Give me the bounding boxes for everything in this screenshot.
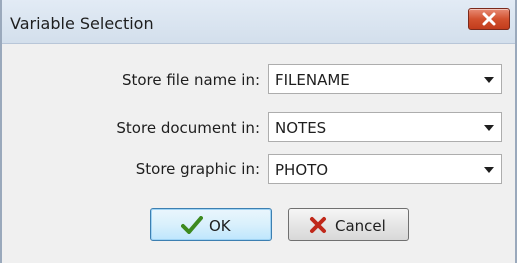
ok-label: OK bbox=[209, 217, 231, 235]
document-label: Store document in: bbox=[116, 119, 260, 137]
close-icon bbox=[482, 12, 496, 26]
graphic-value: PHOTO bbox=[275, 161, 329, 179]
checkmark-icon bbox=[181, 216, 203, 234]
close-button[interactable] bbox=[468, 8, 510, 30]
variable-selection-dialog: Variable Selection Store file name in: F… bbox=[0, 0, 517, 263]
x-icon bbox=[310, 217, 326, 233]
chevron-down-icon bbox=[484, 77, 494, 83]
graphic-label: Store graphic in: bbox=[135, 160, 260, 178]
chevron-down-icon bbox=[484, 167, 494, 173]
cancel-label: Cancel bbox=[335, 217, 386, 235]
graphic-select[interactable]: PHOTO bbox=[268, 154, 502, 184]
ok-button[interactable]: OK bbox=[150, 208, 272, 241]
window-title: Variable Selection bbox=[10, 14, 154, 33]
file-name-label: Store file name in: bbox=[121, 71, 260, 89]
document-select[interactable]: NOTES bbox=[268, 112, 502, 142]
file-name-select[interactable]: FILENAME bbox=[268, 64, 502, 94]
cancel-button[interactable]: Cancel bbox=[288, 208, 409, 241]
document-value: NOTES bbox=[275, 119, 327, 137]
file-name-value: FILENAME bbox=[275, 71, 350, 89]
title-bar: Variable Selection bbox=[2, 0, 515, 44]
chevron-down-icon bbox=[484, 125, 494, 131]
